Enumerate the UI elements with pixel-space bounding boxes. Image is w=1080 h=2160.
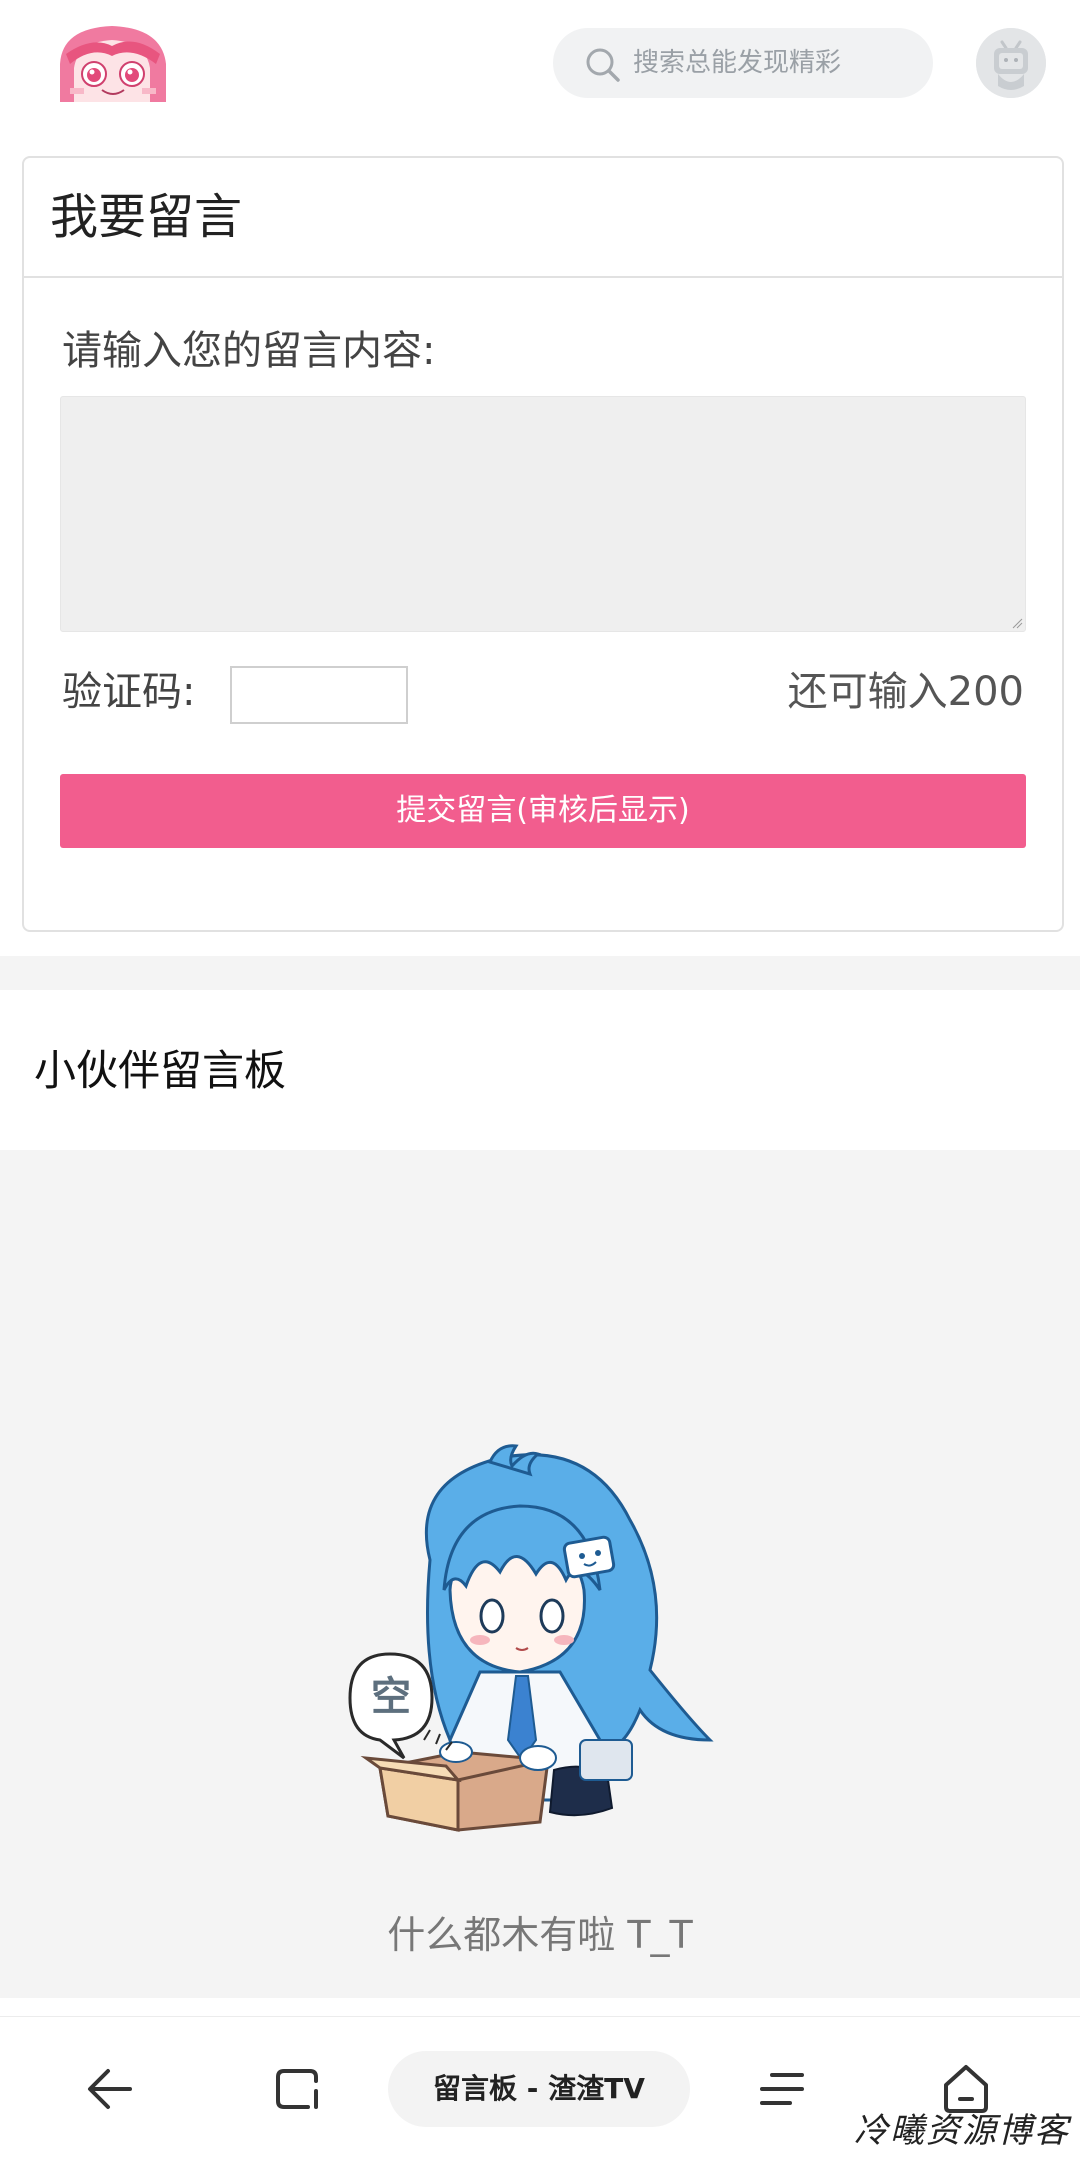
browser-bottom-bar: 留言板 - 渣渣TV 冷曦资源博客 bbox=[0, 2016, 1080, 2160]
remaining-chars: 还可输入200 bbox=[787, 669, 1024, 715]
tv-mascot-icon bbox=[976, 28, 1046, 98]
site-logo[interactable] bbox=[52, 24, 174, 102]
content-label: 请输入您的留言内容: bbox=[62, 328, 436, 374]
tabs-button[interactable] bbox=[266, 2057, 330, 2121]
message-form-card: 我要留言 请输入您的留言内容: 验证码: 还可输入200 提交留言(审核后显示) bbox=[22, 156, 1064, 932]
back-button[interactable] bbox=[78, 2057, 142, 2121]
captcha-label: 验证码: bbox=[62, 669, 196, 715]
section-divider bbox=[0, 956, 1080, 990]
search-icon bbox=[583, 45, 623, 85]
message-textarea[interactable] bbox=[60, 396, 1026, 632]
captcha-input[interactable] bbox=[230, 666, 408, 724]
search-bar[interactable]: 搜索总能发现精彩 bbox=[553, 28, 933, 98]
empty-badge-text: 空 bbox=[371, 1674, 411, 1720]
user-avatar[interactable] bbox=[976, 28, 1046, 98]
menu-icon bbox=[760, 2073, 804, 2105]
empty-state: 空 什么都木有啦 T_T bbox=[0, 1150, 1080, 1998]
submit-message-button[interactable]: 提交留言(审核后显示) bbox=[60, 774, 1026, 848]
resize-grip-icon[interactable] bbox=[1011, 617, 1023, 629]
watermark: 冷曦资源博客 bbox=[854, 2111, 1070, 2151]
page-title-pill[interactable]: 留言板 - 渣渣TV bbox=[388, 2051, 690, 2127]
top-header: 搜索总能发现精彩 bbox=[0, 0, 1080, 128]
menu-button[interactable] bbox=[750, 2057, 814, 2121]
tabs-icon bbox=[276, 2069, 318, 2109]
back-arrow-icon bbox=[88, 2069, 132, 2109]
search-placeholder: 搜索总能发现精彩 bbox=[633, 48, 842, 78]
form-title: 我要留言 bbox=[24, 158, 1062, 278]
empty-mascot-illustration: 空 bbox=[348, 1444, 714, 1832]
board-title: 小伙伴留言板 bbox=[34, 1046, 287, 1095]
empty-message: 什么都木有啦 T_T bbox=[387, 1913, 693, 1957]
page: 搜索总能发现精彩 我要留言 请输入您的留言内容: 验证码: 还可输入200 提交… bbox=[0, 0, 1080, 2160]
